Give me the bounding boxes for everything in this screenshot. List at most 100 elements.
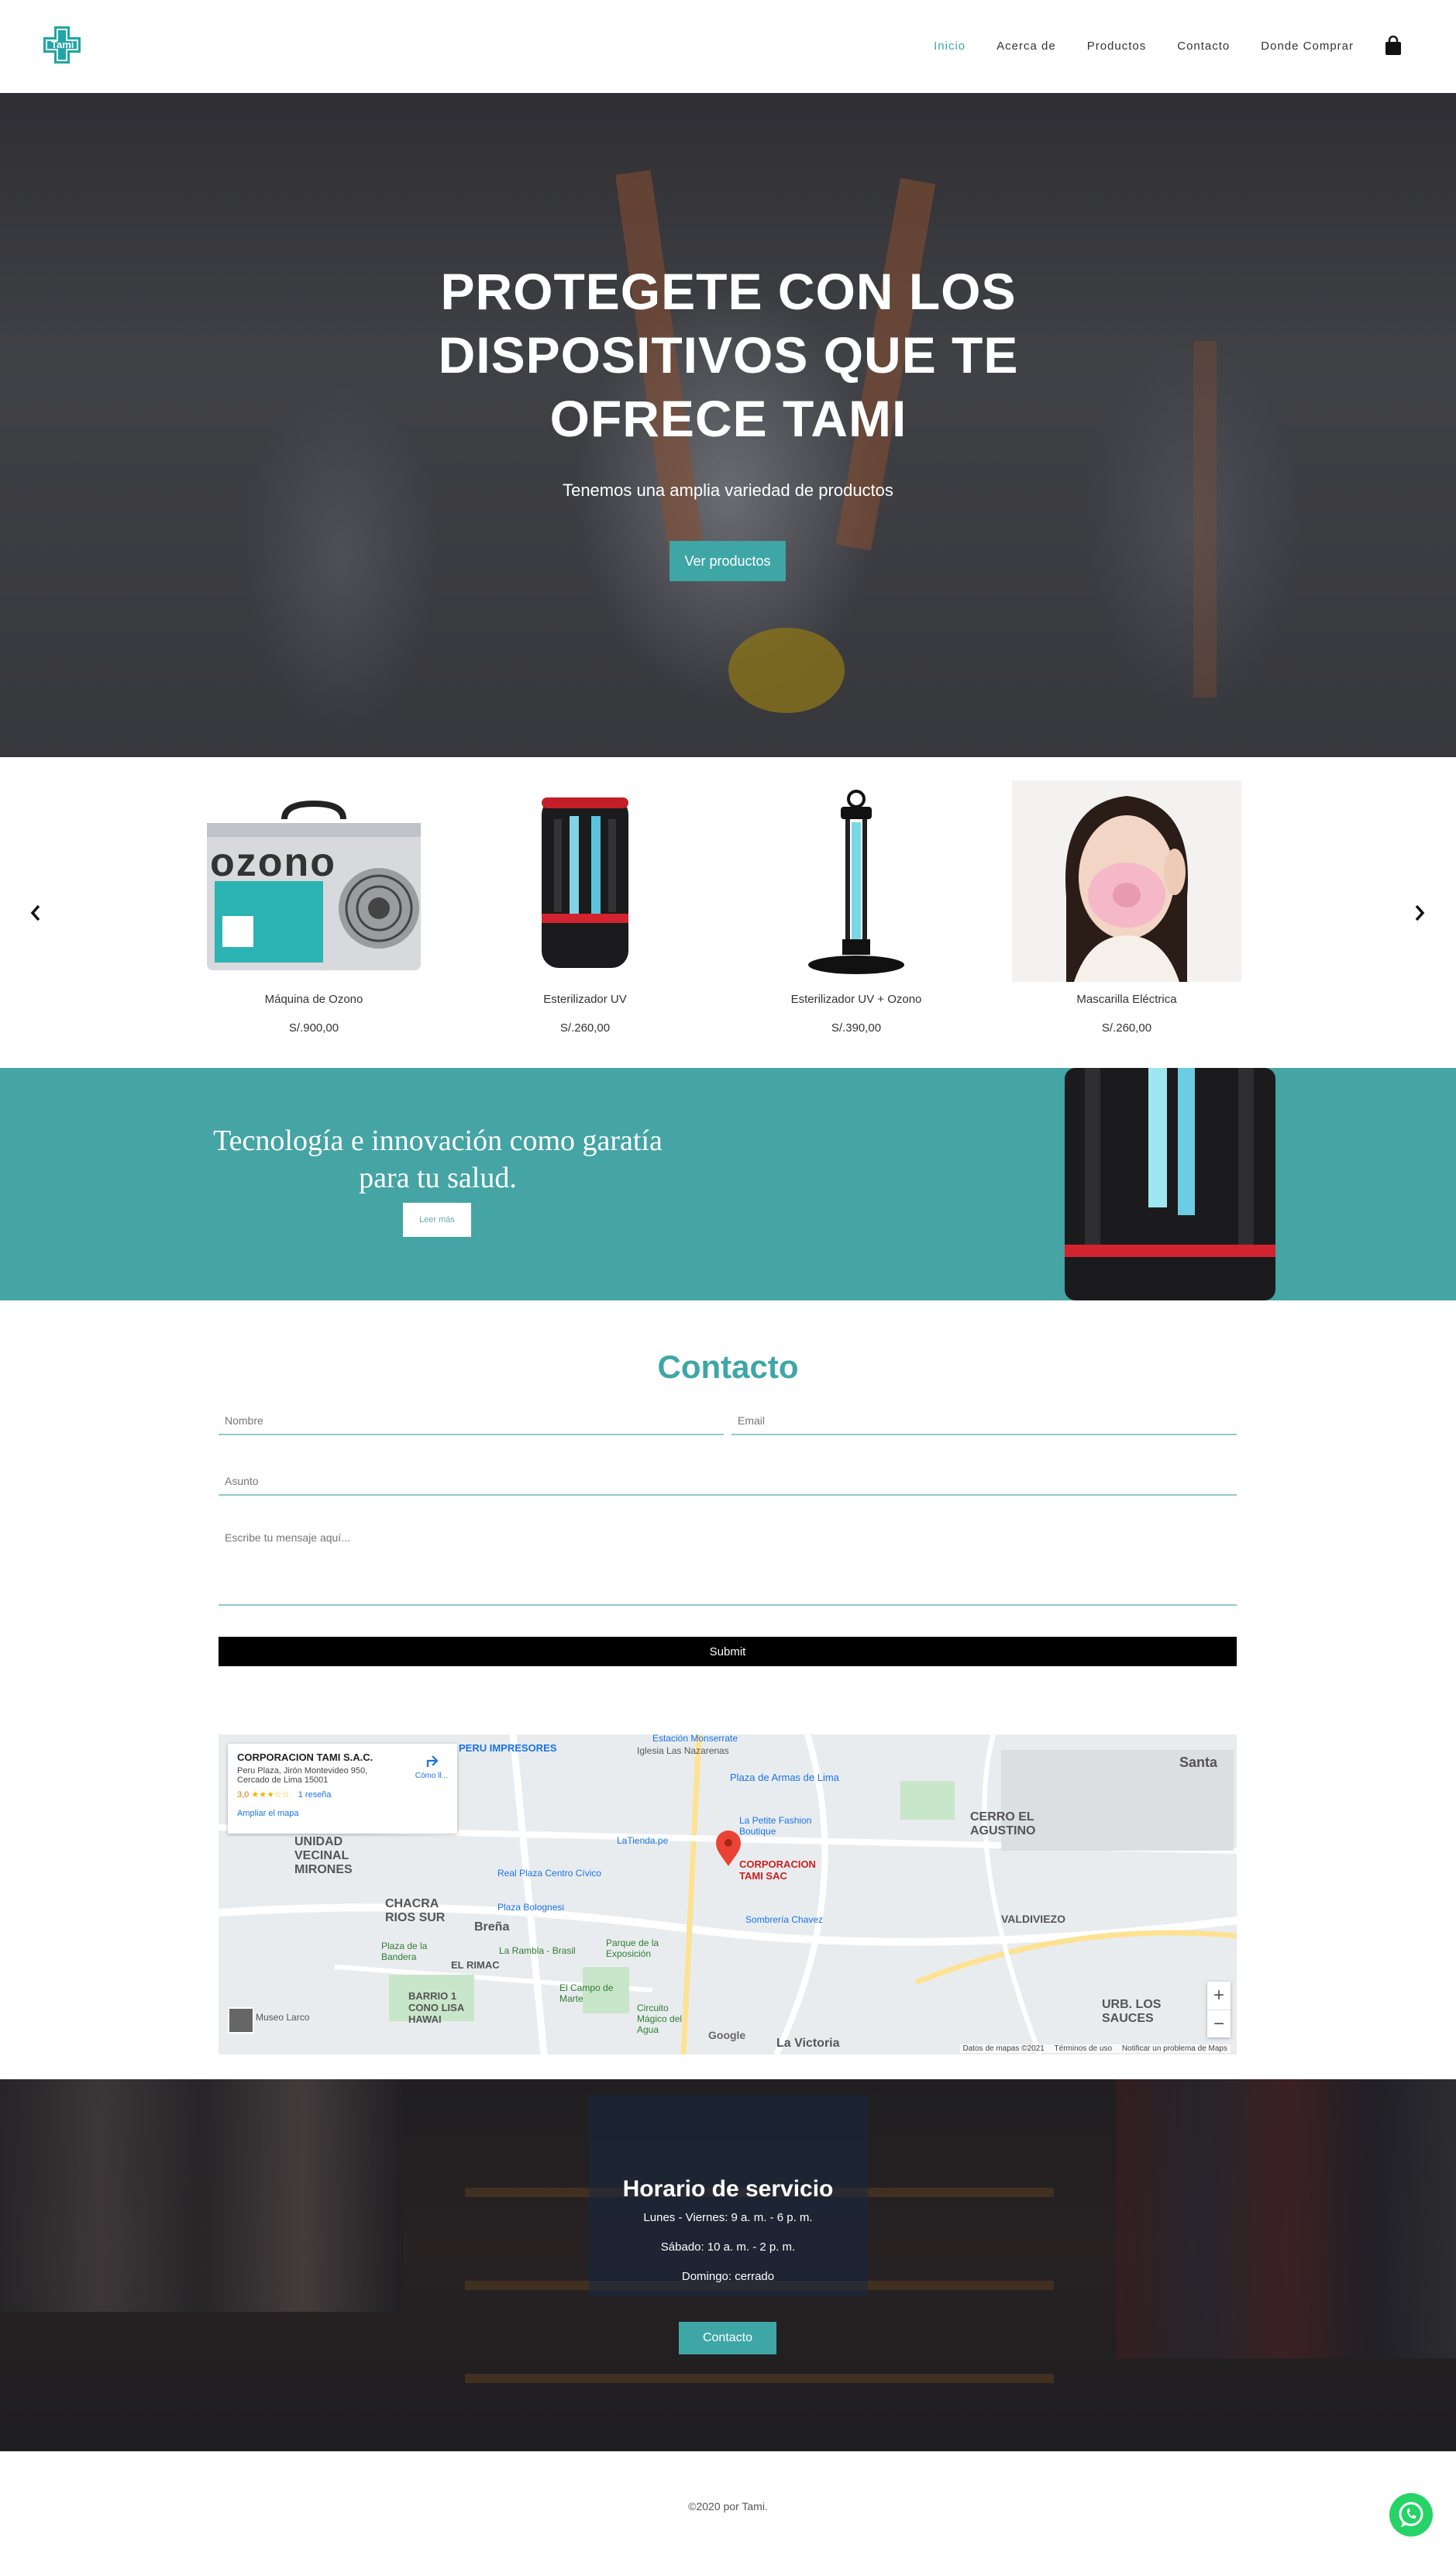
map-enlarge-link[interactable]: Ampliar el mapa <box>237 1809 448 1818</box>
product-card[interactable]: Esterilizador UV + Ozono S/.390,00 <box>742 780 971 1035</box>
map-poi-label: Museo Larco <box>256 2012 310 2023</box>
map-data-credit: Datos de mapas ©2021 <box>962 2044 1045 2053</box>
message-field[interactable] <box>219 1528 1237 1606</box>
uv-ozone-lamp-image <box>742 780 971 982</box>
map-district-label: Breña <box>474 1920 510 1934</box>
zoom-out-icon[interactable]: − <box>1207 2010 1231 2037</box>
map-stars: ★★★☆☆ <box>251 1790 290 1800</box>
contacto-button[interactable]: Contacto <box>679 2322 776 2354</box>
hours-section: Horario de servicio Lunes - Viernes: 9 a… <box>0 2079 1456 2451</box>
uv-sterilizer-image <box>470 780 700 982</box>
uv-sterilizer-closeup-image <box>1062 1068 1279 1300</box>
pin-label-line2: TAMI SAC <box>739 1870 787 1882</box>
leer-mas-button[interactable]: Leer más <box>403 1203 471 1237</box>
map-district-label: URB. LOS SAUCES <box>1102 1998 1162 2025</box>
map-rating: 3,0 <box>237 1790 250 1800</box>
hours-title: Horario de servicio <box>622 2176 834 2202</box>
map-poi-label: Real Plaza Centro Cívico <box>497 1868 602 1879</box>
map-poi-label: Iglesia Las Nazarenas <box>637 1745 729 1756</box>
product-price: S/.390,00 <box>831 1021 882 1035</box>
nav-donde-comprar[interactable]: Donde Comprar <box>1261 40 1354 53</box>
carousel-next-arrow-icon[interactable] <box>1410 901 1429 925</box>
map-zoom-controls: + − <box>1207 1982 1231 2037</box>
nav-productos[interactable]: Productos <box>1087 40 1147 53</box>
map-district-label: UNIDAD VECINAL MIRONES <box>294 1835 353 1876</box>
map-poi-label: La Petite Fashion Boutique <box>739 1815 812 1837</box>
main-nav: Inicio Acerca de Productos Contacto Dond… <box>934 35 1402 56</box>
map-directions-icon[interactable] <box>425 1755 440 1769</box>
map-poi-label: Circuito Mágico del Agua <box>637 2003 683 2035</box>
map-reviews-link[interactable]: 1 reseña <box>298 1790 332 1800</box>
map-business-name: CORPORACION TAMI S.A.C. <box>237 1751 373 1763</box>
map-poi-label: Plaza de la Bandera <box>381 1941 428 1962</box>
product-price: S/.260,00 <box>559 1021 611 1035</box>
hero-title: PROTEGETE CON LOS DISPOSITIVOS QUE TE OF… <box>438 263 1019 447</box>
map-footer: Datos de mapas ©2021 Términos de uso Not… <box>959 2044 1231 2053</box>
submit-button[interactable]: Submit <box>219 1637 1237 1666</box>
subject-field[interactable] <box>219 1468 1237 1496</box>
copyright-text: ©2020 por Tami. <box>688 2500 768 2513</box>
pin-label-line1: CORPORACION <box>739 1858 816 1870</box>
hours-weekdays: Lunes - Viernes: 9 a. m. - 6 p. m. <box>643 2211 813 2224</box>
product-name: Mascarilla Eléctrica <box>1076 993 1177 1006</box>
logo-text: Tami <box>51 39 74 50</box>
product-price: S/.900,00 <box>288 1021 339 1035</box>
promo-band: Tecnología e innovación como garatía par… <box>0 1068 1456 1300</box>
nav-acerca-de[interactable]: Acerca de <box>996 40 1056 53</box>
map-poi-label: Sombrería Chavez <box>745 1914 824 1925</box>
shopping-bag-icon[interactable] <box>1385 35 1402 56</box>
map-directions-label[interactable]: Cómo ll... <box>415 1772 448 1780</box>
promo-text: Tecnología e innovación como garatía par… <box>213 1125 663 1194</box>
map-poi-label: Plaza Bolognesi <box>497 1902 565 1913</box>
ozone-image-label: ozono <box>210 840 337 885</box>
tami-logo[interactable]: Tami <box>40 23 84 67</box>
nav-inicio[interactable]: Inicio <box>934 40 966 53</box>
map-poi-label: PERU IMPRESORES <box>459 1742 557 1754</box>
map-poi-label: LaTienda.pe <box>617 1835 669 1846</box>
map-place-card: CORPORACION TAMI S.A.C. Peru Plaza, Jiró… <box>228 1744 457 1834</box>
ozone-machine-image: ozono <box>199 780 429 982</box>
map-district-label: CHACRA RIOS SUR <box>385 1897 446 1924</box>
product-card[interactable]: ozono Máquina de Ozono S/.900,00 <box>199 780 429 1035</box>
zoom-in-icon[interactable]: + <box>1207 1982 1231 2010</box>
map-poi-label: Plaza de Armas de Lima <box>730 1772 839 1783</box>
product-name: Máquina de Ozono <box>264 993 363 1006</box>
hours-sunday: Domingo: cerrado <box>681 2270 775 2283</box>
electric-mask-image <box>1012 780 1241 982</box>
email-field[interactable] <box>731 1407 1237 1435</box>
map-district-label: VALDIVIEZO <box>1001 1913 1065 1925</box>
map-report-link[interactable]: Notificar un problema de Maps <box>1122 2044 1227 2053</box>
map-pin-label: CORPORACION TAMI SAC <box>739 1858 816 1882</box>
hero-subtitle: Tenemos una amplia variedad de productos <box>563 480 893 500</box>
product-price: S/.260,00 <box>1101 1021 1152 1035</box>
whatsapp-icon[interactable] <box>1389 2493 1433 2537</box>
google-logo: Google <box>708 2029 746 2041</box>
carousel-prev-arrow-icon[interactable] <box>26 901 45 925</box>
contact-title: Contacto <box>657 1348 799 1385</box>
site-header: Tami Inicio Acerca de Productos Contacto… <box>0 0 1456 93</box>
google-map[interactable]: CORPORACION TAMI SAC UNIDAD VECINAL MIRO… <box>219 1734 1237 2054</box>
nav-contacto[interactable]: Contacto <box>1177 40 1230 53</box>
hours-saturday: Sábado: 10 a. m. - 2 p. m. <box>660 2240 796 2254</box>
map-poi-label: El Campo de Marte <box>559 1982 614 2004</box>
map-district-label: EL RIMAC <box>451 1959 500 1971</box>
site-footer: ©2020 por Tami. <box>0 2451 1456 2559</box>
name-field[interactable] <box>219 1407 724 1435</box>
map-street-view-icon[interactable] <box>228 2007 254 2034</box>
products-carousel: ozono Máquina de Ozono S/.900,00 Esteril… <box>0 757 1456 1068</box>
map-poi-label: Parque de la Exposición <box>606 1937 659 1959</box>
map-terms-link[interactable]: Términos de uso <box>1055 2044 1112 2053</box>
product-name: Esterilizador UV + Ozono <box>790 993 922 1006</box>
map-district-label: La Victoria <box>776 2037 840 2050</box>
hours-overlay <box>0 2079 1456 2451</box>
map-poi-label: Estación Monserrate <box>652 1734 738 1744</box>
map-district-label: BARRIO 1 CONO LISA HAWAI <box>408 1990 464 2025</box>
hero-section: PROTEGETE CON LOS DISPOSITIVOS QUE TE OF… <box>0 93 1456 757</box>
map-poi-label: La Rambla - Brasil <box>499 1945 576 1956</box>
product-card[interactable]: Mascarilla Eléctrica S/.260,00 <box>1012 780 1241 1035</box>
map-district-label: CERRO EL AGUSTINO <box>970 1810 1036 1837</box>
map-district-label: Santa <box>1179 1755 1218 1770</box>
product-card[interactable]: Esterilizador UV S/.260,00 <box>470 780 700 1035</box>
ver-productos-button[interactable]: Ver productos <box>669 541 786 581</box>
product-name: Esterilizador UV <box>543 993 627 1006</box>
